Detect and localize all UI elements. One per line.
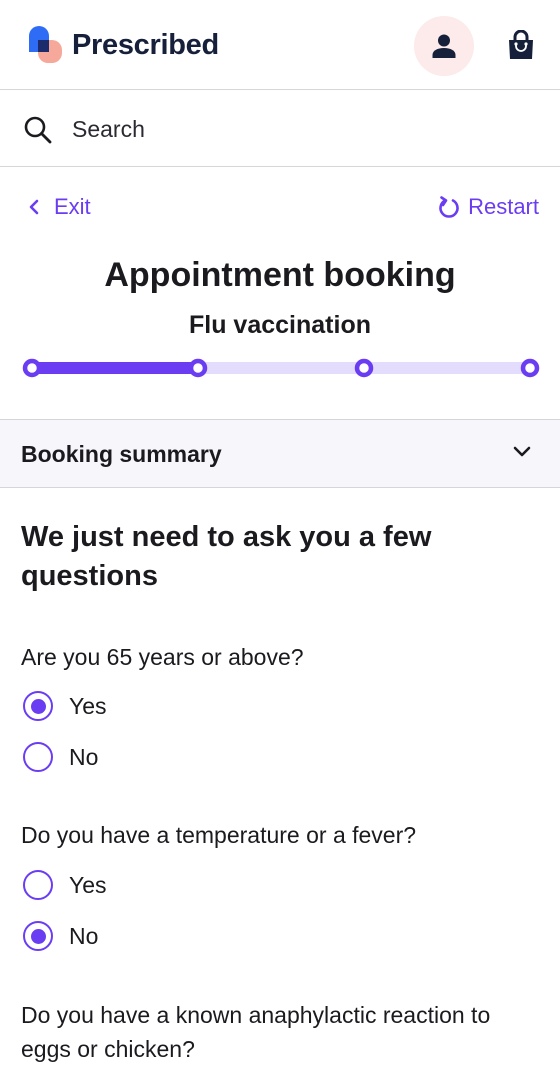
restart-link[interactable]: Restart — [438, 194, 539, 220]
exit-label: Exit — [54, 194, 91, 219]
radio-button[interactable] — [23, 742, 53, 772]
radio-button[interactable] — [23, 691, 53, 721]
restart-icon — [438, 195, 460, 219]
progress-stepper — [22, 358, 540, 378]
account-button[interactable] — [414, 16, 474, 76]
shopping-bag-icon — [509, 30, 533, 59]
page-title: Appointment booking — [104, 256, 456, 294]
person-icon — [432, 34, 456, 58]
option-label: No — [69, 922, 99, 949]
app-header: Prescribed — [0, 0, 560, 90]
question-text: Do you have a temperature or a fever? — [21, 822, 417, 848]
q1-option-yes[interactable]: Yes — [23, 690, 107, 722]
questions-heading: We just need to ask you a few questions — [21, 521, 432, 592]
search-icon — [24, 116, 52, 144]
page-subtitle: Flu vaccination — [189, 311, 371, 339]
progress-step-2 — [188, 358, 208, 378]
progress-step-4 — [520, 358, 540, 378]
progress-step-3 — [354, 358, 374, 378]
radio-button[interactable] — [23, 921, 53, 951]
basket-button[interactable] — [500, 24, 542, 66]
question-text: Do you have a known anaphylactic reactio… — [21, 1002, 491, 1062]
chevron-down-icon — [513, 446, 531, 457]
booking-nav: Exit Restart — [0, 188, 560, 228]
booking-summary-label: Booking summary — [21, 441, 222, 467]
option-label: Yes — [69, 871, 107, 898]
q2-option-yes[interactable]: Yes — [23, 869, 107, 901]
question-text: Are you 65 years or above? — [21, 644, 304, 670]
option-label: No — [69, 743, 99, 770]
exit-link[interactable]: Exit — [28, 194, 91, 220]
brand-name[interactable]: Prescribed — [72, 29, 219, 62]
chevron-left-icon — [28, 198, 40, 216]
booking-summary-toggle[interactable]: Booking summary — [0, 419, 560, 488]
progress-step-1 — [22, 358, 42, 378]
q2-option-no[interactable]: No — [23, 920, 98, 952]
radio-button[interactable] — [23, 870, 53, 900]
q1-option-no[interactable]: No — [23, 741, 98, 773]
option-label: Yes — [69, 692, 107, 719]
search-input[interactable] — [72, 112, 532, 146]
prescribed-logo[interactable] — [29, 26, 63, 64]
restart-label: Restart — [468, 194, 539, 219]
search-bar — [0, 90, 560, 167]
progress-fill — [32, 362, 198, 374]
